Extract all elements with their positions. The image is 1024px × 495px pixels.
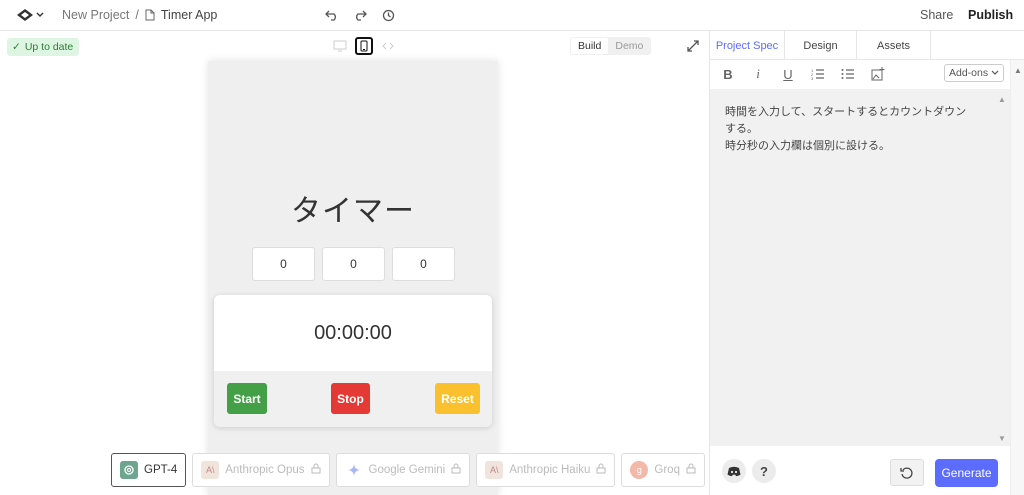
lock-icon bbox=[596, 463, 606, 477]
time-inputs bbox=[252, 247, 455, 281]
app-title: タイマー bbox=[291, 194, 415, 229]
tab-project-spec[interactable]: Project Spec bbox=[710, 31, 785, 60]
scroll-up-icon[interactable]: ▲ bbox=[998, 95, 1006, 104]
openai-icon bbox=[120, 461, 138, 479]
lock-icon bbox=[686, 463, 696, 477]
code-icon[interactable] bbox=[379, 37, 397, 55]
stop-button[interactable]: Stop bbox=[331, 383, 370, 414]
timer-card: 00:00:00 Start Stop Reset bbox=[214, 295, 492, 427]
tab-design[interactable]: Design bbox=[785, 31, 857, 60]
italic-icon[interactable]: i bbox=[750, 66, 766, 82]
bullet-list-icon[interactable] bbox=[840, 66, 856, 82]
app-logo-menu[interactable] bbox=[16, 8, 44, 22]
model-label: Anthropic Opus bbox=[225, 464, 305, 476]
reset-button[interactable]: Reset bbox=[435, 383, 480, 414]
gemini-icon bbox=[345, 461, 363, 479]
model-selector: GPT-4 A\ Anthropic Opus Google Gemini A\… bbox=[111, 453, 705, 487]
undo-icon[interactable] bbox=[324, 7, 340, 23]
spec-line: 時分秒の入力欄は個別に設ける。 bbox=[725, 139, 890, 152]
svg-text:3: 3 bbox=[811, 76, 814, 80]
seconds-input[interactable] bbox=[392, 247, 455, 281]
mobile-icon[interactable] bbox=[355, 37, 373, 55]
groq-icon: g bbox=[630, 461, 649, 479]
breadcrumb: New Project / Timer App bbox=[62, 8, 217, 22]
file-icon bbox=[145, 9, 155, 21]
mode-toggle: Build Demo bbox=[570, 37, 652, 55]
model-groq[interactable]: g Groq bbox=[621, 453, 705, 487]
spec-line: する。 bbox=[725, 122, 758, 135]
desktop-icon[interactable] bbox=[331, 37, 349, 55]
start-button[interactable]: Start bbox=[227, 383, 267, 414]
restore-button[interactable] bbox=[890, 459, 924, 486]
check-icon: ✓ bbox=[12, 41, 21, 53]
side-panel: Project Spec Design Assets B i U 123 Add… bbox=[709, 31, 1024, 495]
lock-icon bbox=[311, 463, 321, 477]
history-controls bbox=[324, 7, 396, 23]
hours-input[interactable] bbox=[252, 247, 315, 281]
preview-canvas: ✓ Up to date Build Demo タイマー 00:00:00 St… bbox=[0, 31, 709, 495]
share-button[interactable]: Share bbox=[920, 8, 953, 22]
model-label: GPT-4 bbox=[144, 464, 178, 476]
mode-build[interactable]: Build bbox=[571, 38, 609, 54]
scroll-up-icon[interactable]: ▲ bbox=[1014, 66, 1022, 75]
generate-button[interactable]: Generate bbox=[935, 459, 998, 487]
panel-tabs: Project Spec Design Assets bbox=[710, 31, 1024, 60]
model-label: Groq bbox=[654, 464, 680, 476]
panel-scrollbar[interactable]: ▲ bbox=[1010, 60, 1024, 495]
model-gpt-4[interactable]: GPT-4 bbox=[111, 453, 187, 487]
format-toolbar: B i U 123 bbox=[720, 66, 886, 82]
breadcrumb-project[interactable]: New Project bbox=[62, 8, 129, 22]
model-anthropic-opus[interactable]: A\ Anthropic Opus bbox=[192, 453, 330, 487]
model-label: Anthropic Haiku bbox=[509, 464, 591, 476]
file-name: Timer App bbox=[160, 8, 218, 22]
restore-icon bbox=[900, 467, 913, 479]
discord-icon[interactable] bbox=[722, 459, 746, 483]
history-icon[interactable] bbox=[380, 7, 396, 23]
model-google-gemini[interactable]: Google Gemini bbox=[335, 453, 471, 487]
spec-editor[interactable]: 時間を入力して、スタートするとカウントダウン する。 時分秒の入力欄は個別に設け… bbox=[710, 89, 995, 446]
breadcrumb-separator: / bbox=[135, 8, 139, 22]
expand-icon[interactable] bbox=[686, 39, 700, 56]
chevron-down-icon bbox=[991, 70, 999, 75]
addons-label: Add-ons bbox=[949, 67, 989, 79]
model-anthropic-haiku[interactable]: A\ Anthropic Haiku bbox=[476, 453, 616, 487]
mobile-preview: タイマー 00:00:00 Start Stop Reset bbox=[208, 61, 498, 495]
addons-dropdown[interactable]: Add-ons bbox=[944, 64, 1005, 82]
scroll-down-icon[interactable]: ▼ bbox=[998, 434, 1006, 443]
ordered-list-icon[interactable]: 123 bbox=[810, 66, 826, 82]
logo-icon bbox=[17, 9, 33, 21]
help-button[interactable]: ? bbox=[752, 459, 776, 483]
editor-scrollbar[interactable]: ▲ ▼ bbox=[995, 89, 1010, 446]
minutes-input[interactable] bbox=[322, 247, 385, 281]
spec-line: 時間を入力して、スタートするとカウントダウン bbox=[725, 105, 967, 118]
device-switcher bbox=[331, 37, 397, 55]
model-label: Google Gemini bbox=[368, 464, 446, 476]
redo-icon[interactable] bbox=[352, 7, 368, 23]
tab-assets[interactable]: Assets bbox=[857, 31, 931, 60]
breadcrumb-file[interactable]: Timer App bbox=[145, 8, 218, 22]
status-badge: ✓ Up to date bbox=[7, 38, 80, 56]
status-label: Up to date bbox=[24, 41, 74, 53]
mode-demo[interactable]: Demo bbox=[608, 38, 650, 54]
bold-icon[interactable]: B bbox=[720, 66, 736, 82]
anthropic-icon: A\ bbox=[485, 461, 504, 479]
image-add-icon[interactable] bbox=[870, 66, 886, 82]
top-bar: New Project / Timer App Share Publish bbox=[0, 0, 1024, 31]
publish-button[interactable]: Publish bbox=[968, 8, 1013, 22]
lock-icon bbox=[451, 463, 461, 477]
chevron-down-icon bbox=[36, 12, 44, 17]
underline-icon[interactable]: U bbox=[780, 66, 796, 82]
anthropic-icon: A\ bbox=[201, 461, 220, 479]
panel-footer: ? Generate bbox=[710, 446, 1010, 495]
time-display: 00:00:00 bbox=[214, 295, 492, 371]
